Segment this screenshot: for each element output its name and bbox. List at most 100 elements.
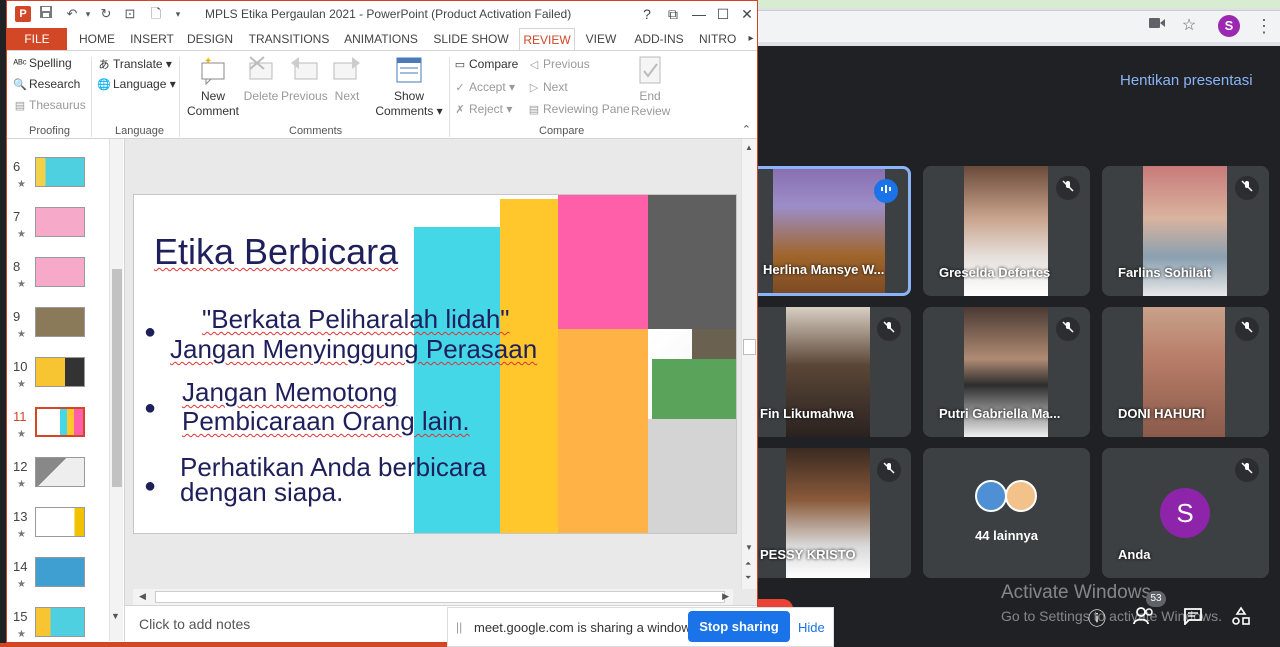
more-participants-tile[interactable]: 44 lainnya [923,448,1090,578]
slide-thumbnail[interactable]: 7 ★ [7,205,112,253]
minimize-button[interactable]: — [689,5,709,23]
show-comments-icon [396,57,422,83]
collapse-ribbon-icon[interactable]: ⌃ [742,123,751,136]
tab-animations[interactable]: ANIMATIONS [341,28,421,50]
tab-file[interactable]: FILE [7,28,67,50]
language-button[interactable]: 🌐 Language ▾ [97,77,176,91]
tab-insert[interactable]: INSERT [127,28,177,50]
slide-horizontal-scrollbar[interactable]: ◀ ▶ [133,589,733,605]
tab-design[interactable]: DESIGN [185,28,235,50]
participant-tile[interactable]: Greselda Defertes [923,166,1090,296]
customize-qat-icon[interactable]: ▾ [169,5,187,23]
chrome-menu-icon[interactable]: ⋮ [1255,14,1273,38]
start-slideshow-icon[interactable]: ⊡ [121,5,139,23]
bookmark-star-icon[interactable]: ☆ [1177,14,1201,38]
slide-canvas[interactable]: Etika Berbicara ● "Berkata Peliharalah l… [133,194,737,534]
tab-review[interactable]: REVIEW [519,28,575,50]
next-slide-icon[interactable]: ⏷ [745,573,751,583]
slide-vertical-scrollbar[interactable]: ▲ ▼ ⏶ ⏷ [741,139,757,589]
slide-number: 11 [13,409,27,424]
undo-dropdown-icon[interactable]: ▾ [79,5,97,23]
scrollbar-thumb[interactable] [112,269,122,487]
next-comment-button[interactable]: Next [329,55,365,104]
slide-thumbnail[interactable]: 8 ★ [7,255,112,303]
thumbnail-scroll-down-icon[interactable]: ▼ [111,611,120,621]
bullet-text: Pembicaraan Orang lain. [182,406,470,436]
chat-icon[interactable] [1180,606,1206,632]
activities-icon[interactable] [1228,606,1254,632]
previous-change-button[interactable]: ◁ Previous [527,57,590,71]
delete-comment-button[interactable]: Delete [243,55,279,104]
tab-transitions[interactable]: TRANSITIONS [243,28,335,50]
hide-button[interactable]: Hide [798,620,825,635]
scroll-right-icon[interactable]: ▶ [722,591,729,602]
compare-button[interactable]: ▭ Compare [453,57,519,71]
mic-muted-icon [1056,317,1080,341]
slide-preview [35,557,85,587]
profile-avatar[interactable]: S [1218,15,1240,37]
next-change-icon: ▷ [529,82,539,94]
tab-scroll-right-icon[interactable]: ▸ [745,28,757,50]
tab-view[interactable]: VIEW [583,28,619,50]
participant-tile[interactable]: Putri Gabriella Ma... [923,307,1090,437]
slide-thumbnail-pane: 6 ★ 7 ★ 8 ★ 9 ★ 10 ★ 11 ★ 12 ★ 13 ★ 14 ★ 15 ★ [7,139,125,641]
tab-nitro[interactable]: NITRO P [699,28,745,50]
scrollbar-thumb[interactable] [743,339,756,355]
scroll-up-icon[interactable]: ▲ [745,143,753,152]
thumbnail-scrollbar[interactable] [109,139,123,641]
slide-thumbnail[interactable]: 14 ★ [7,555,112,603]
drag-handle[interactable]: || [456,620,462,634]
save-icon[interactable] [37,5,55,23]
scrollbar-thumb[interactable] [155,591,725,603]
reviewing-pane-button[interactable]: ▤ Reviewing Pane [527,102,630,116]
slide-thumbnail[interactable]: 9 ★ [7,305,112,353]
redo-icon[interactable]: ↻ [97,5,115,23]
participant-tile-self[interactable]: S Anda [1102,448,1269,578]
participant-tile[interactable]: Fin Likumahwa [744,307,911,437]
slide-thumbnail[interactable]: 13 ★ [7,505,112,553]
slide-thumbnail[interactable]: 12 ★ [7,455,112,503]
accept-button[interactable]: ✓ Accept ▾ [453,80,515,94]
tab-add-ins[interactable]: ADD-INS [627,28,691,50]
end-review-button[interactable]: End Review [631,55,670,119]
slide-title[interactable]: Etika Berbicara [154,231,398,273]
stop-presenting-button[interactable]: Hentikan presentasi [1120,72,1253,89]
participant-tile[interactable]: PESSY KRISTO [744,448,911,578]
slide-number: 15 [13,609,28,624]
scroll-left-icon[interactable]: ◀ [139,591,146,602]
decor-block-lightgray [648,419,736,533]
people-icon[interactable] [1131,606,1157,632]
slide-thumbnail[interactable]: 10 ★ [7,355,112,403]
new-comment-button[interactable]: ✦ New Comment [183,55,243,119]
research-button[interactable]: 🔍 Research [13,77,80,91]
translate-button[interactable]: あ Translate ▾ [97,56,172,72]
info-icon[interactable]: ⓘ [1084,606,1110,632]
previous-comment-button[interactable]: Previous [281,55,328,104]
slide-thumbnail[interactable]: 15 ★ [7,605,112,642]
slide-thumbnail-selected[interactable]: 11 ★ [7,405,112,453]
camera-icon[interactable] [1145,14,1169,38]
participant-tile[interactable]: DONI HAHURI [1102,307,1269,437]
show-comments-button[interactable]: Show Comments ▾ [371,55,447,119]
participant-tile[interactable]: Herlina Mansye W... [744,166,911,296]
maximize-button[interactable]: ☐ [713,5,733,23]
thesaurus-button[interactable]: ▤ Thesaurus [13,98,86,112]
ribbon-display-options-button[interactable]: ⧉ [663,5,683,23]
slide-thumbnail[interactable]: 6 ★ [7,155,112,203]
participant-tile[interactable]: Farlins Sohilait [1102,166,1269,296]
spelling-button[interactable]: ᴬᴮᶜ Spelling [13,56,71,70]
new-document-icon[interactable]: 🗋 [147,5,165,23]
browser-address-bar[interactable] [758,10,1280,42]
tab-home[interactable]: HOME [75,28,119,50]
previous-slide-icon[interactable]: ⏶ [745,559,751,569]
close-button[interactable]: ✕ [737,5,757,23]
screen-sharing-bar: || meet.google.com is sharing a window. … [447,607,834,647]
slide-number: 9 [13,309,21,324]
scroll-down-icon[interactable]: ▼ [745,543,753,552]
next-change-button[interactable]: ▷ Next [527,80,568,94]
reject-button[interactable]: ✗ Reject ▾ [453,102,512,116]
stop-sharing-button[interactable]: Stop sharing [688,611,790,642]
tab-slide-show[interactable]: SLIDE SHOW [431,28,511,50]
help-button[interactable]: ? [637,5,657,23]
slide-preview [35,307,85,337]
